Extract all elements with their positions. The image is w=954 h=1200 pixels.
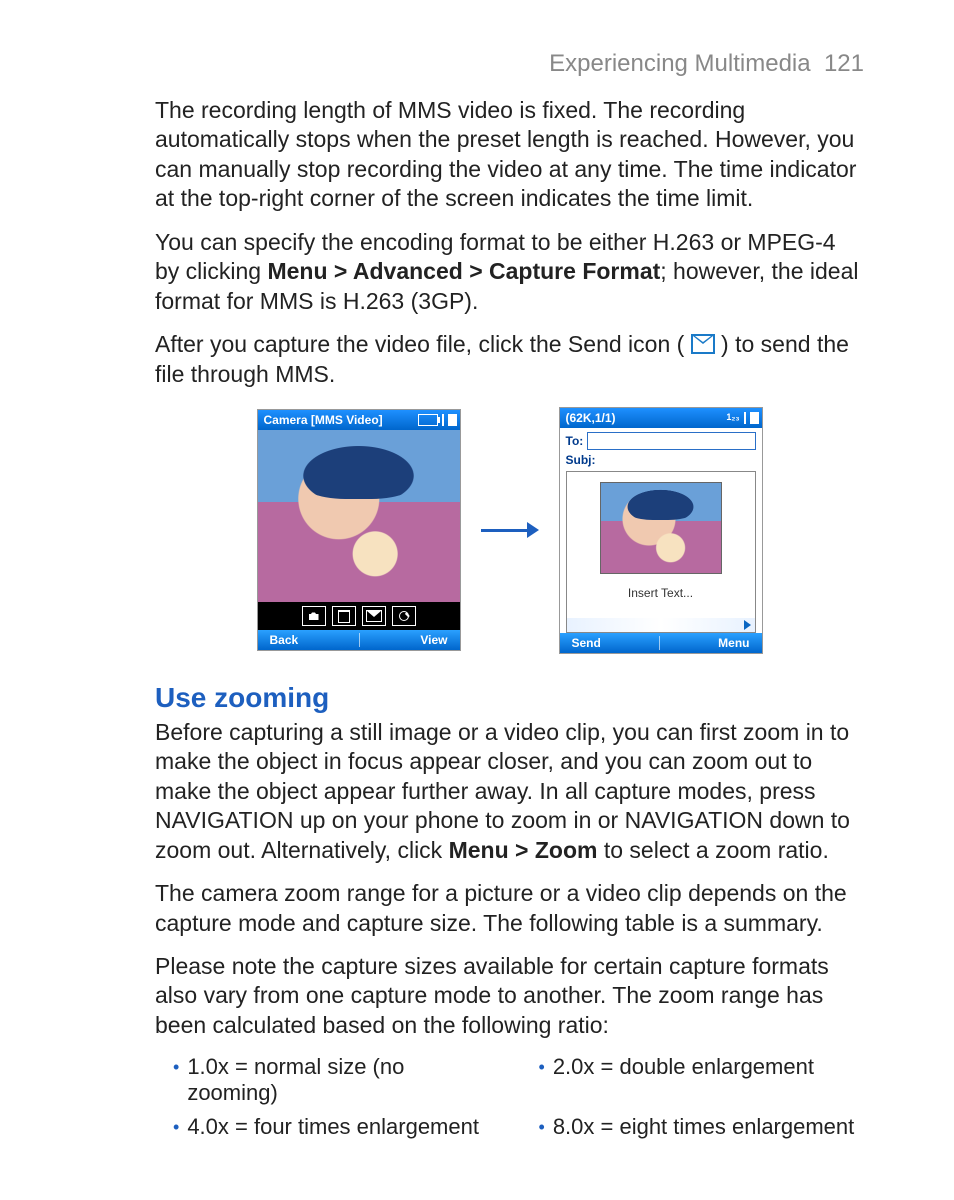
camera-action-row <box>258 602 460 630</box>
figure-screenshots: Camera [MMS Video] Back <box>155 407 864 654</box>
list-item: •8.0x = eight times enlargement <box>539 1114 865 1140</box>
softkey-send: Send <box>572 636 601 650</box>
signal-icon <box>744 412 756 424</box>
section-heading-zooming: Use zooming <box>155 682 864 714</box>
camera-preview-area <box>258 430 460 630</box>
captured-photo <box>258 430 460 602</box>
titlebar-left-text: Camera [MMS Video] <box>264 413 383 427</box>
subj-label: Subj: <box>566 453 596 467</box>
mms-content-frame: Insert Text... <box>566 471 756 633</box>
next-slide-icon <box>744 620 751 630</box>
to-label: To: <box>566 434 584 448</box>
paragraph-send-icon: After you capture the video file, click … <box>155 330 864 389</box>
paragraph-zoom-note: Please note the capture sizes available … <box>155 952 864 1040</box>
input-mode-icon: 1₂₃ <box>726 412 739 424</box>
send-mail-icon <box>691 334 715 354</box>
titlebar-right: (62K,1/1) 1₂₃ <box>560 408 762 428</box>
bullet-icon: • <box>173 1054 179 1080</box>
list-item: •4.0x = four times enlargement <box>173 1114 499 1140</box>
mms-body: To: Subj: Insert Text... <box>560 428 762 633</box>
screenshot-camera-mms: Camera [MMS Video] Back <box>257 409 461 651</box>
paragraph-encoding: You can specify the encoding format to b… <box>155 228 864 316</box>
paragraph-mms-length: The recording length of MMS video is fix… <box>155 96 864 214</box>
running-header: Experiencing Multimedia 121 <box>155 50 864 78</box>
subj-field-row: Subj: <box>566 453 756 467</box>
softkey-bar-left: Back View <box>258 630 460 650</box>
mms-thumbnail <box>600 482 722 574</box>
arrow-icon <box>481 522 539 538</box>
softkey-view: View <box>420 633 447 647</box>
paragraph-zoom-range: The camera zoom range for a picture or a… <box>155 879 864 938</box>
bullet-icon: • <box>539 1054 545 1080</box>
battery-icon <box>418 414 438 426</box>
mms-nav-strip <box>567 618 755 632</box>
paragraph-zoom-intro: Before capturing a still image or a vide… <box>155 718 864 865</box>
titlebar-left: Camera [MMS Video] <box>258 410 460 430</box>
list-item: •1.0x = normal size (no zooming) <box>173 1054 499 1106</box>
bullet-icon: • <box>173 1114 179 1140</box>
softkey-back: Back <box>270 633 299 647</box>
bullet-icon: • <box>539 1114 545 1140</box>
softkey-bar-right: Send Menu <box>560 633 762 653</box>
mail-icon <box>362 606 386 626</box>
page-number: 121 <box>824 50 864 77</box>
trash-icon <box>332 606 356 626</box>
list-item: •2.0x = double enlargement <box>539 1054 865 1106</box>
menu-path-capture-format: Menu > Advanced > Capture Format <box>267 258 660 284</box>
softkey-menu: Menu <box>718 636 749 650</box>
signal-icon <box>442 414 454 426</box>
camera-icon <box>302 606 326 626</box>
insert-text-prompt: Insert Text... <box>567 586 755 600</box>
zoom-icon <box>392 606 416 626</box>
chapter-name: Experiencing Multimedia <box>549 50 810 77</box>
menu-path-zoom: Menu > Zoom <box>449 837 598 863</box>
to-input <box>587 432 755 450</box>
zoom-ratio-list: •1.0x = normal size (no zooming) •2.0x =… <box>155 1054 864 1140</box>
screenshot-mms-compose: (62K,1/1) 1₂₃ To: Subj: In <box>559 407 763 654</box>
to-field-row: To: <box>566 432 756 450</box>
titlebar-right-text: (62K,1/1) <box>566 411 616 425</box>
